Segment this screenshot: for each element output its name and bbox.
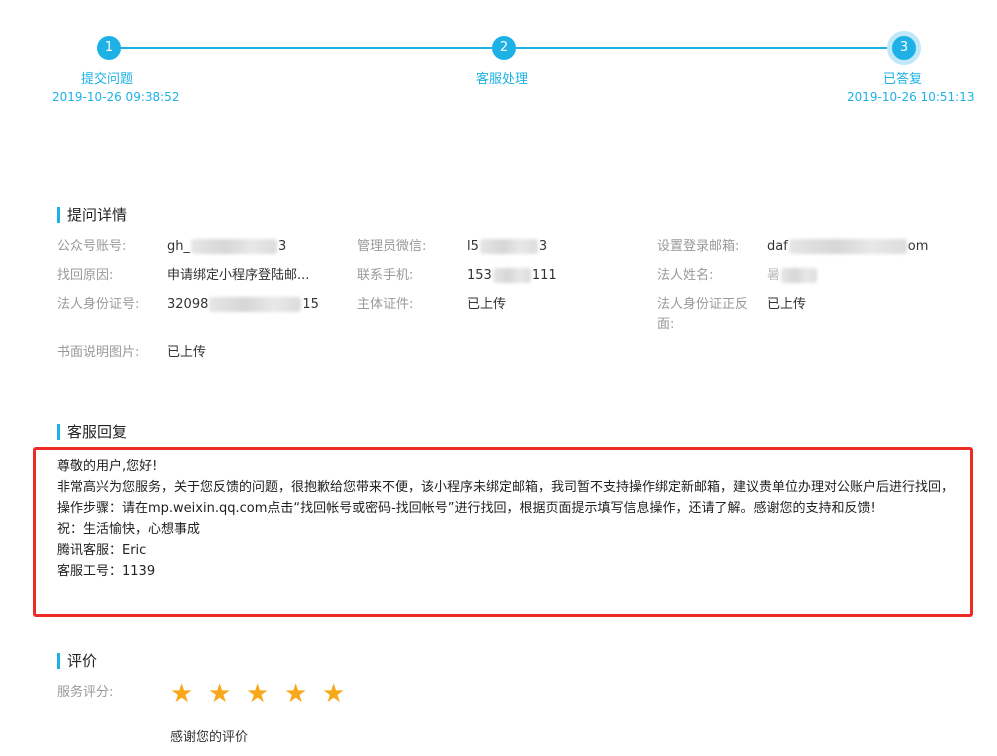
progress-steps: 1 提交问题 2019-10-26 09:38:52 2 客服处理 3 已答复 … <box>0 0 997 110</box>
admin-wechat-value: l5 3 <box>467 237 547 257</box>
legal-id-suffix: 15 <box>302 297 319 312</box>
id-both-sides-label: 法人身份证正反面: <box>657 297 749 332</box>
email-value: daf om <box>767 237 928 257</box>
written-statement-value: 已上传 <box>167 345 207 360</box>
account-prefix: gh_ <box>167 239 190 254</box>
star-icon[interactable]: ★ <box>208 681 234 707</box>
admin-wechat-prefix: l5 <box>467 239 479 254</box>
score-label: 服务评分: <box>57 685 114 700</box>
entity-cert-value: 已上传 <box>467 297 507 312</box>
step-2-dot: 2 <box>492 36 516 60</box>
step-1-label: 提交问题 <box>81 72 134 87</box>
star-icon[interactable]: ★ <box>246 681 272 707</box>
phone-value: 153 111 <box>467 266 557 286</box>
reason-label: 找回原因: <box>57 268 114 283</box>
step-1-dot: 1 <box>97 36 121 60</box>
email-suffix: om <box>907 239 929 254</box>
phone-prefix: 153 <box>467 268 492 283</box>
step-3-dot: 3 <box>892 36 916 60</box>
redacted-mask <box>788 239 907 254</box>
star-rating[interactable]: ★ ★ ★ ★ ★ <box>170 681 348 707</box>
redacted-mask <box>492 268 531 283</box>
step-2-label: 客服处理 <box>476 72 529 87</box>
reply-content: 尊敬的用户,您好! 非常高兴为您服务，关于您反馈的问题，很抱歉给您带来不便，该小… <box>57 456 962 582</box>
account-value: gh_ 3 <box>167 237 286 257</box>
legal-name-value: 暑 <box>767 266 818 286</box>
written-statement-label: 书面说明图片: <box>57 345 140 360</box>
step-3-time: 2019-10-26 10:51:13 <box>847 90 975 104</box>
phone-label: 联系手机: <box>357 268 414 283</box>
reason-value: 申请绑定小程序登陆邮... <box>167 268 310 283</box>
account-suffix: 3 <box>278 239 287 254</box>
legal-id-value: 32098 15 <box>167 295 319 315</box>
admin-wechat-suffix: 3 <box>538 239 548 254</box>
legal-id-prefix: 32098 <box>167 297 209 312</box>
entity-cert-label: 主体证件: <box>357 297 414 312</box>
admin-wechat-label: 管理员微信: <box>357 239 427 254</box>
reply-agent-id: 客服工号：1139 <box>57 564 156 579</box>
details-section-title: 提问详情 <box>57 206 127 224</box>
step-1-time: 2019-10-26 09:38:52 <box>52 90 180 104</box>
reply-greeting: 尊敬的用户,您好! <box>57 459 158 474</box>
reply-wishes: 祝：生活愉快，心想事成 <box>57 522 201 537</box>
redacted-mask <box>781 268 818 283</box>
step-3-label: 已答复 <box>883 72 923 87</box>
star-icon[interactable]: ★ <box>170 681 196 707</box>
legal-id-label: 法人身份证号: <box>57 297 140 312</box>
id-both-sides-value: 已上传 <box>767 297 807 312</box>
reply-agent: 腾讯客服：Eric <box>57 543 147 558</box>
reply-section-title: 客服回复 <box>57 423 127 441</box>
star-icon[interactable]: ★ <box>284 681 310 707</box>
redacted-mask <box>209 297 302 312</box>
account-label: 公众号账号: <box>57 239 127 254</box>
email-prefix: daf <box>767 239 788 254</box>
reply-body: 非常高兴为您服务，关于您反馈的问题，很抱歉给您带来不便，该小程序未绑定邮箱，我司… <box>57 480 955 516</box>
rating-thanks: 感谢您的评价 <box>170 730 249 745</box>
redacted-mask <box>479 239 538 254</box>
email-label: 设置登录邮箱: <box>657 239 740 254</box>
star-icon[interactable]: ★ <box>322 681 348 707</box>
legal-name-prefix: 暑 <box>767 268 781 283</box>
phone-suffix: 111 <box>531 268 557 283</box>
rating-section-title: 评价 <box>57 652 97 670</box>
legal-name-label: 法人姓名: <box>657 268 714 283</box>
redacted-mask <box>191 239 277 254</box>
